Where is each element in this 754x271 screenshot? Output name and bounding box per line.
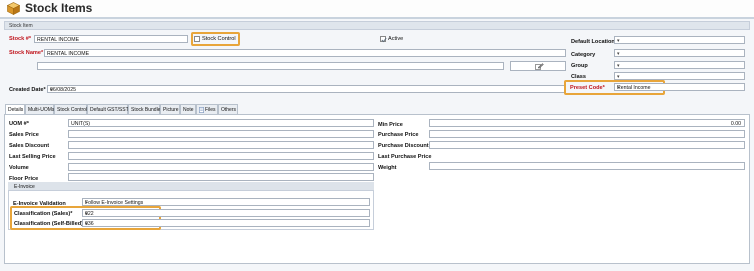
tab-label: Multi-UOMs	[28, 106, 55, 113]
tab-label: Stock Bundle	[131, 106, 161, 113]
sales-price-label: Sales Price	[9, 132, 39, 138]
einvoice-header: E-Invoice	[8, 182, 374, 191]
chevron-down-icon: ▾	[85, 199, 88, 206]
tab-multi-uoms[interactable]: Multi-UOMs	[25, 104, 54, 114]
sales-discount-label: Sales Discount	[9, 143, 50, 149]
tab-label: Files	[205, 106, 216, 113]
chevron-down-icon: ▾	[85, 210, 88, 217]
stock-no-label: Stock #*	[9, 36, 32, 42]
tab-others[interactable]: Others	[218, 104, 238, 114]
classification-self-billed-label: Classification (Self-Billed)*	[14, 221, 86, 227]
group-label: Group	[571, 63, 588, 69]
title-divider	[0, 17, 754, 19]
last-purchase-price-label: Last Purchase Price	[378, 154, 432, 160]
active-label: Active	[388, 36, 404, 42]
classification-self-billed-select[interactable]: 036 ▾	[82, 219, 370, 227]
stock-name-2-input[interactable]	[37, 62, 504, 70]
tab-files[interactable]: Files	[196, 104, 218, 114]
stock-control-label: Stock Control	[202, 36, 236, 42]
active-checkbox[interactable]	[380, 36, 387, 43]
stock-no-value: RENTAL INCOME	[37, 36, 80, 43]
tab-stock-bundle[interactable]: Stock Bundle	[128, 104, 160, 114]
einvoice-title: E-Invoice	[14, 183, 35, 190]
sales-discount-input[interactable]	[68, 141, 374, 149]
tab-note[interactable]: Note	[180, 104, 196, 114]
floor-price-input[interactable]	[68, 173, 374, 181]
min-price-label: Min Price	[378, 122, 403, 128]
created-date-input[interactable]: 06/08/2025 ▾	[47, 85, 566, 93]
purchase-price-input[interactable]	[429, 130, 745, 138]
edit-description-button[interactable]	[510, 61, 566, 71]
chevron-down-icon: ▾	[617, 50, 620, 57]
category-select[interactable]: ▾	[614, 49, 745, 57]
purchase-price-label: Purchase Price	[378, 132, 419, 138]
uom-input[interactable]: UNIT(S)	[68, 119, 374, 127]
chevron-down-icon: ▾	[617, 84, 620, 91]
volume-label: Volume	[9, 165, 29, 171]
tab-label: Default GST/SST	[90, 106, 129, 113]
chevron-down-icon: ▾	[617, 73, 620, 80]
tab-stock-control[interactable]: Stock Control	[54, 104, 87, 114]
created-date-label: Created Date*	[9, 87, 46, 93]
tab-picture[interactable]: Picture	[160, 104, 180, 114]
edit-icon	[535, 63, 544, 70]
default-location-label: Default Location	[571, 39, 615, 45]
sales-price-input[interactable]	[68, 130, 374, 138]
einvoice-validation-select[interactable]: Follow E-Invoice Settings ▾	[82, 198, 370, 206]
last-selling-price-label: Last Selling Price	[9, 154, 56, 160]
preset-code-select[interactable]: Rental Income ▾	[614, 83, 745, 91]
default-location-select[interactable]: ▾	[614, 36, 745, 44]
weight-label: Weight	[378, 165, 397, 171]
tab-label: Details	[8, 106, 24, 113]
uom-label: UOM #*	[9, 121, 29, 127]
section-title: Stock Item	[9, 23, 33, 29]
chevron-down-icon: ▾	[617, 37, 620, 44]
stock-no-input[interactable]: RENTAL INCOME	[34, 35, 188, 43]
tab-label: Picture	[163, 106, 179, 113]
stock-name-value: RENTAL INCOME	[47, 50, 90, 57]
chevron-down-icon: ▾	[85, 220, 88, 227]
classification-sales-select[interactable]: 022 ▾	[82, 209, 370, 217]
chevron-down-icon: ▾	[50, 86, 53, 93]
class-select[interactable]: ▾	[614, 72, 745, 80]
volume-input[interactable]	[68, 163, 374, 171]
section-header: Stock Item	[4, 21, 750, 30]
attachment-icon	[198, 107, 204, 113]
chevron-down-icon: ▾	[617, 62, 620, 69]
stock-name-input[interactable]: RENTAL INCOME	[44, 49, 566, 57]
tab-label: Note	[183, 106, 194, 113]
min-price-input[interactable]: 0.00	[429, 119, 745, 127]
group-select[interactable]: ▾	[614, 61, 745, 69]
tab-label: Others	[221, 106, 237, 113]
title-bar	[0, 0, 754, 17]
classification-sales-label: Classification (Sales)*	[14, 211, 73, 217]
purchase-discount-label: Purchase Discount	[378, 143, 429, 149]
purchase-discount-input[interactable]	[429, 141, 745, 149]
stock-name-label: Stock Name*	[9, 50, 44, 56]
weight-input[interactable]	[429, 162, 745, 170]
tab-default-gst-sst[interactable]: Default GST/SST	[87, 104, 129, 114]
min-price-value: 0.00	[730, 120, 741, 127]
tab-label: Stock Control	[57, 106, 88, 113]
page-title: Stock Items	[25, 1, 93, 15]
uom-value: UNIT(S)	[71, 120, 91, 127]
check-icon	[381, 37, 387, 43]
stock-control-checkbox[interactable]	[194, 36, 200, 42]
category-label: Category	[571, 52, 596, 58]
last-selling-price-input[interactable]	[68, 152, 374, 160]
preset-code-label: Preset Code*	[570, 85, 605, 91]
stock-box-icon	[7, 2, 20, 15]
